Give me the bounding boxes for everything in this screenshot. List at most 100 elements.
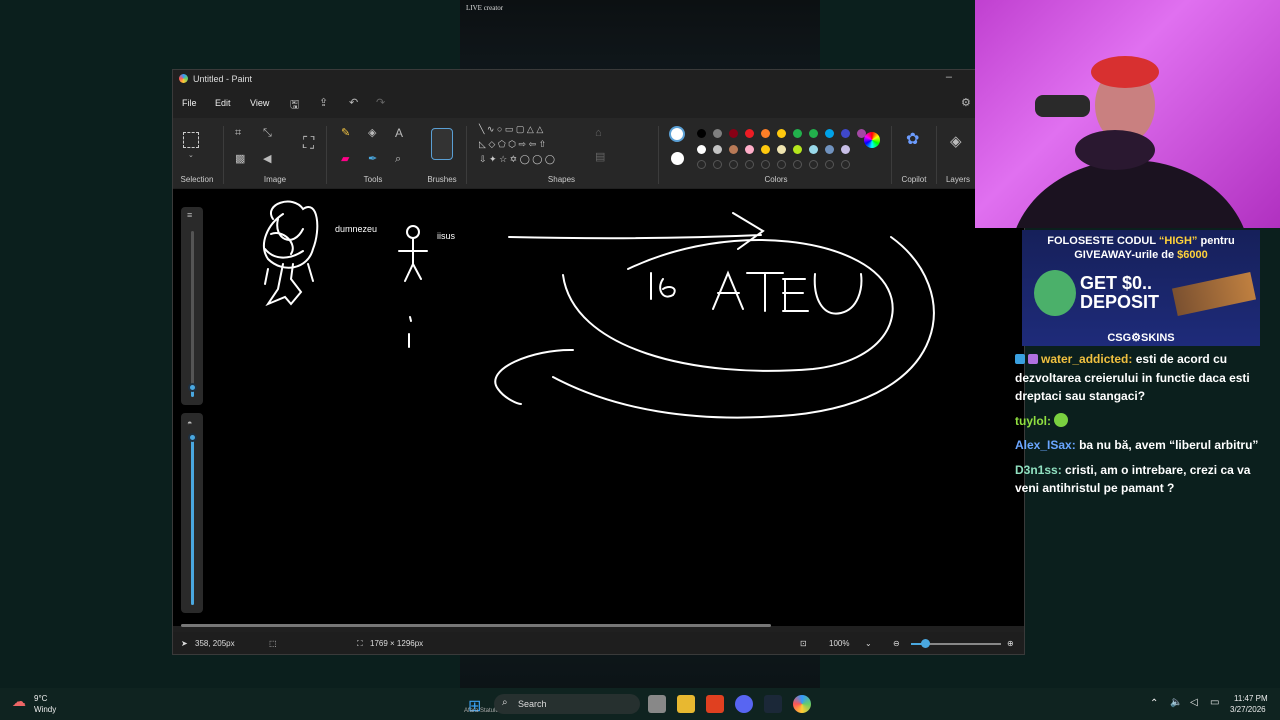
menu-file[interactable]: File (182, 98, 197, 108)
fit-icon[interactable]: ⊡ (800, 639, 807, 648)
zoom-out-icon[interactable]: ⊖ (893, 639, 900, 648)
chat-text: ba nu bă, avem “liberul arbitru” (1079, 438, 1259, 452)
custom-color-slot[interactable] (729, 160, 738, 169)
color-swatch[interactable] (777, 129, 786, 138)
color-swatch[interactable] (825, 129, 834, 138)
color-swatch[interactable] (713, 145, 722, 154)
mascot-icon (1034, 270, 1076, 316)
chat-message: water_addicted: esti de acord cu dezvolt… (1015, 352, 1250, 403)
webcam-feed (975, 0, 1280, 228)
search-box[interactable]: ⌕ Search (494, 694, 640, 714)
color-swatch[interactable] (841, 129, 850, 138)
layers-icon[interactable]: ◈ (950, 134, 962, 149)
live-label: LIVE creator (466, 4, 504, 12)
redo-icon[interactable]: ↷ (376, 96, 385, 109)
menu-view[interactable]: View (250, 98, 269, 108)
discord-icon[interactable] (735, 695, 753, 713)
rifle-image (1171, 271, 1257, 317)
color-swatch[interactable] (793, 145, 802, 154)
settings-icon[interactable]: ⚙ (961, 96, 971, 109)
file-explorer-icon[interactable] (677, 695, 695, 713)
divider (936, 126, 937, 184)
copilot-icon[interactable]: ✿ (906, 132, 919, 148)
drawing-svg: dumnezeu iisus (263, 200, 935, 419)
color-swatch[interactable] (729, 129, 738, 138)
color-swatch[interactable] (809, 129, 818, 138)
secondary-color[interactable] (671, 152, 684, 165)
zoom-level[interactable]: 100% (829, 639, 849, 648)
color-swatch[interactable] (777, 145, 786, 154)
clock-date[interactable]: 3/27/2026 (1230, 705, 1266, 714)
custom-color-slot[interactable] (745, 160, 754, 169)
color-swatch[interactable] (713, 129, 722, 138)
color-swatch[interactable] (761, 129, 770, 138)
battery-icon[interactable]: ▭ (1210, 697, 1219, 708)
steam-icon[interactable] (764, 695, 782, 713)
task-view-icon[interactable] (648, 695, 666, 713)
custom-color-slot[interactable] (777, 160, 786, 169)
save-icon[interactable]: 🖫 (290, 96, 299, 115)
zoom-thumb[interactable] (921, 639, 930, 648)
menu-bar: File Edit View 🖫 ⇪ ↶ ↷ ⚙ (173, 92, 1024, 114)
group-label-copilot: Copilot (901, 175, 927, 184)
group-label-layers: Layers (945, 175, 970, 184)
color-swatch[interactable] (793, 129, 802, 138)
custom-color-slot[interactable] (697, 160, 706, 169)
title-bar: Untitled - Paint – (173, 70, 1024, 88)
chevron-down-icon[interactable]: ⌄ (865, 639, 872, 648)
share-icon[interactable]: ⇪ (319, 96, 328, 109)
custom-color-slot[interactable] (713, 160, 722, 169)
scribble-16 (650, 272, 676, 300)
banner-line-1: FOLOSESTE CODUL “HIGH” pentru (1047, 235, 1235, 247)
drawing-canvas[interactable]: ≡ ◓ dumnezeu iisus (173, 189, 1024, 626)
color-swatch[interactable] (697, 145, 706, 154)
menu-edit[interactable]: Edit (215, 98, 231, 108)
horizontal-scrollbar[interactable] (181, 624, 771, 627)
weather-icon[interactable]: ☁ (12, 693, 26, 710)
status-bar: ➤ 358, 205px ⬚ ⛶ 1769 × 1296px ⊡ 100% ⌄ … (173, 632, 1024, 654)
brave-icon[interactable] (706, 695, 724, 713)
custom-color-slot[interactable] (841, 160, 850, 169)
paint-taskbar-icon[interactable] (793, 695, 811, 713)
cursor-position: 358, 205px (195, 639, 235, 648)
ribbon: ⌄ Selection ⌗ ⤡ ⛶ ▩ ◀ Image ✎ ◈ A ▰ ✒ ⌕ … (173, 118, 1024, 188)
speaker-icon[interactable]: ◁ (1190, 697, 1198, 708)
chat-user: water_addicted (1041, 352, 1129, 366)
custom-color-slot[interactable] (761, 160, 770, 169)
color-swatch[interactable] (745, 145, 754, 154)
selection-size-icon: ⬚ (269, 639, 277, 648)
stick-body (398, 238, 428, 282)
stick-small (408, 316, 412, 348)
search-placeholder: Search (518, 699, 547, 709)
chat-user: Alex_ISax (1015, 438, 1072, 452)
chevron-up-icon[interactable]: ⌃ (1150, 698, 1158, 709)
color-swatch[interactable] (697, 129, 706, 138)
color-swatch[interactable] (745, 129, 754, 138)
undo-icon[interactable]: ↶ (349, 96, 358, 109)
clock-time[interactable]: 11:47 PM (1234, 694, 1268, 703)
badge-icon (1015, 354, 1025, 364)
color-swatch[interactable] (809, 145, 818, 154)
arrow-bottom (494, 348, 574, 405)
custom-color-slot[interactable] (793, 160, 802, 169)
chat-panel: water_addicted: esti de acord cu dezvolt… (1015, 350, 1265, 504)
banner-line-2: GIVEAWAY-urile de $6000 (1074, 249, 1208, 261)
volume-icon[interactable]: 🔈 (1170, 697, 1182, 708)
color-swatch[interactable] (825, 145, 834, 154)
weather-desc[interactable]: Windy (34, 705, 56, 714)
minimize-icon[interactable]: – (946, 71, 952, 83)
banner-brand: CSG⚙SKINS (1107, 332, 1175, 344)
color-swatch[interactable] (841, 145, 850, 154)
primary-color[interactable] (669, 126, 685, 142)
iisus-label: iisus (437, 231, 456, 241)
chat-user: tuylol (1015, 413, 1047, 428)
custom-color-slot[interactable] (809, 160, 818, 169)
chat-message: D3n1ss: cristi, am o intrebare, crezi ca… (1015, 462, 1251, 496)
weather-temp[interactable]: 9°C (34, 694, 47, 703)
group-label-colors: Colors (764, 175, 788, 184)
custom-color-slot[interactable] (825, 160, 834, 169)
zoom-in-icon[interactable]: ⊕ (1007, 639, 1014, 648)
color-swatch[interactable] (761, 145, 770, 154)
color-swatch[interactable] (729, 145, 738, 154)
color-wheel-icon[interactable] (864, 132, 880, 148)
